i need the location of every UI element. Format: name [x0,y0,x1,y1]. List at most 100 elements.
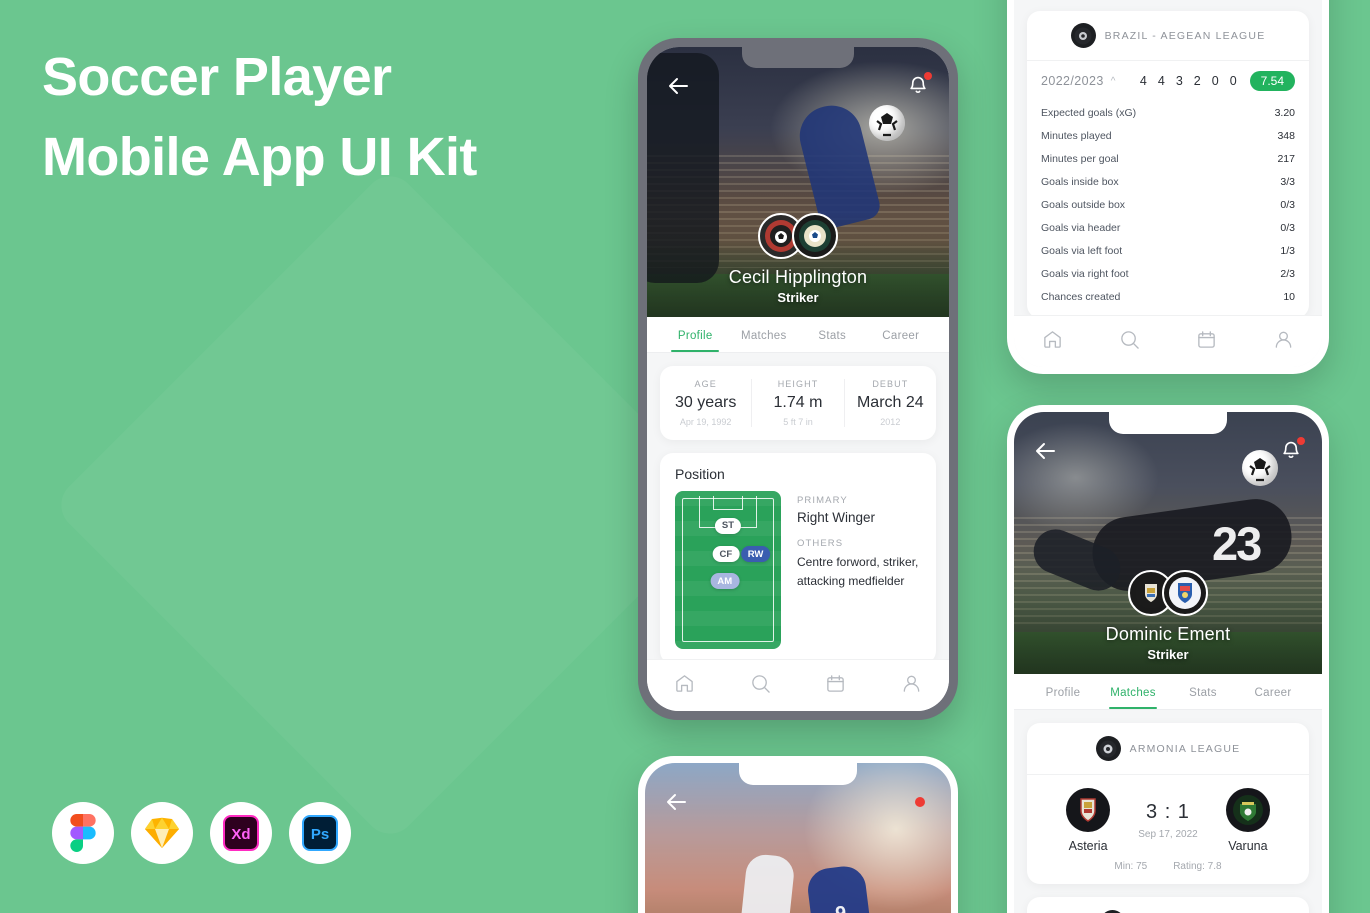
player-role: Striker [1147,647,1189,662]
match-score: 3 : 1 [1146,801,1190,823]
stat-name: Minutes per goal [1041,152,1119,165]
photoshop-logo-badge[interactable]: Ps [289,802,351,864]
player-kpi-card: AGE 30 years Apr 19, 1992 HEIGHT 1.74 m … [660,366,936,440]
matches-tab-bar: Profile Matches Stats Career [1014,674,1322,710]
away-team-crest-icon [1225,788,1270,832]
photoshop-logo-icon: Ps [302,815,338,851]
soccer-ball-icon [869,105,905,141]
stat-row: Chances created 10 [1027,285,1309,308]
player-identity: Cecil Hipplington Striker [647,213,949,317]
kpi-age-value: 30 years [674,394,737,411]
home-icon[interactable] [1042,329,1063,355]
pitch-diagram: ST CF RW AM [675,491,781,649]
stat-name: Goals outside box [1041,198,1126,211]
kpi-debut-value: March 24 [856,394,924,411]
tab-profile[interactable]: Profile [1028,674,1098,709]
match-card[interactable]: ARMONIA LEAGUE Asteria 3 : 1 Sep 17, 202… [1027,723,1309,884]
stat-name: Goals via left foot [1041,244,1123,257]
season-summary-numbers: 4 4 3 2 0 0 7.54 [1140,71,1295,91]
player-role: Striker [777,290,819,305]
sketch-logo-badge[interactable] [131,802,193,864]
back-arrow-icon[interactable] [663,789,689,815]
tab-matches[interactable]: Matches [730,317,799,352]
match-minutes: Min: 75 [1114,861,1148,872]
kpi-debut-sub: 2012 [880,417,901,427]
player-name: Cecil Hipplington [728,267,868,287]
phone-notch [1109,412,1227,434]
position-others-value: Centre forword, striker, attacking medfi… [797,555,919,588]
club-badge-club [792,213,838,259]
club-badge-club [1162,570,1208,616]
svg-text:Xd: Xd [231,826,250,843]
record-dot-icon[interactable] [907,789,933,815]
stat-row: Goals via header 0/3 [1027,216,1309,239]
home-icon[interactable] [674,673,695,699]
stat-value: 3/3 [1280,175,1295,188]
chevron-up-icon[interactable]: ^ [1111,76,1116,87]
figma-logo-badge[interactable] [52,802,114,864]
home-team: Asteria [1048,788,1128,853]
season-selector-row[interactable]: 2022/2023 ^ 4 4 3 2 0 0 7.54 [1027,61,1309,101]
club-badge-group [647,213,949,259]
home-team-crest-icon [1066,788,1111,832]
background-watermark [50,165,730,845]
notification-badge-dot [924,72,932,80]
season-label: 2022/2023 [1041,74,1104,88]
kpi-age-label: AGE [694,379,717,389]
profile-icon[interactable] [901,673,922,699]
position-chip-rw[interactable]: RW [740,546,771,563]
notification-bell-icon[interactable] [905,72,932,99]
tab-career[interactable]: Career [1238,674,1308,709]
tab-career[interactable]: Career [867,317,936,352]
stat-value: 348 [1277,129,1295,142]
calendar-icon[interactable] [1196,329,1217,355]
stat-value: 1/3 [1280,244,1295,257]
stat-row-list: Expected goals (xG) 3.20 Minutes played … [1027,101,1309,318]
player-hero-image: 23 Dominic Ement Striker [1014,412,1322,674]
adobe-xd-logo-icon: Xd [223,815,259,851]
calendar-icon[interactable] [825,673,846,699]
back-arrow-icon[interactable] [1032,438,1058,464]
profile-tab-bar: Profile Matches Stats Career [647,317,949,353]
back-arrow-icon[interactable] [665,73,691,99]
stat-value: 0/3 [1280,221,1295,234]
position-chip-st[interactable]: ST [714,517,742,534]
search-icon[interactable] [1119,329,1140,355]
position-chip-am[interactable]: AM [710,573,740,590]
match-league-header: ARMONIA LEAGUE [1027,723,1309,775]
jersey-number: 23 [1212,517,1262,570]
detail-phone: 9 [638,756,958,913]
match-league-name: ARMONIA LEAGUE [1129,742,1241,755]
svg-text:Ps: Ps [311,826,329,843]
league-name: BRAZIL - AEGEAN LEAGUE [1104,29,1266,42]
stats-phone-screen: BRAZIL - AEGEAN LEAGUE 2022/2023 ^ 4 4 3… [1014,0,1322,367]
season-stats-card: BRAZIL - AEGEAN LEAGUE 2022/2023 ^ 4 4 3… [1027,11,1309,318]
club-badge-group [1014,570,1322,616]
figma-logo-icon [70,814,96,852]
match-hero-image: 9 [645,763,951,913]
stat-name: Goals inside box [1041,175,1119,188]
position-chip-cf[interactable]: CF [712,546,740,563]
matches-phone-screen: 23 Dominic Ement Striker Profile Matches… [1014,412,1322,913]
profile-phone-screen: Cecil Hipplington Striker Profile Matche… [647,47,949,711]
stat-row: Goals outside box 0/3 [1027,193,1309,216]
match-date: Sep 17, 2022 [1138,829,1198,840]
tool-badge-list: Xd Ps [52,802,351,864]
tab-stats[interactable]: Stats [798,317,867,352]
position-card: Position ST CF RW AM PRIMARY Right Winge… [660,453,936,664]
profile-icon[interactable] [1273,329,1294,355]
season-num: 0 [1211,74,1219,88]
stat-row: Goals via right foot 2/3 [1027,262,1309,285]
search-icon[interactable] [750,673,771,699]
season-num: 2 [1193,74,1201,88]
adobe-xd-logo-badge[interactable]: Xd [210,802,272,864]
stat-value: 3.20 [1274,106,1295,119]
notification-bell-icon[interactable] [1278,437,1305,464]
match-card[interactable]: CORINT LEAGUE [1027,897,1309,913]
tab-profile[interactable]: Profile [661,317,730,352]
phone-notch [739,763,857,785]
kpi-age: AGE 30 years Apr 19, 1992 [660,379,753,427]
tab-stats[interactable]: Stats [1168,674,1238,709]
tab-matches[interactable]: Matches [1098,674,1168,709]
match-league-header: CORINT LEAGUE [1027,897,1309,913]
